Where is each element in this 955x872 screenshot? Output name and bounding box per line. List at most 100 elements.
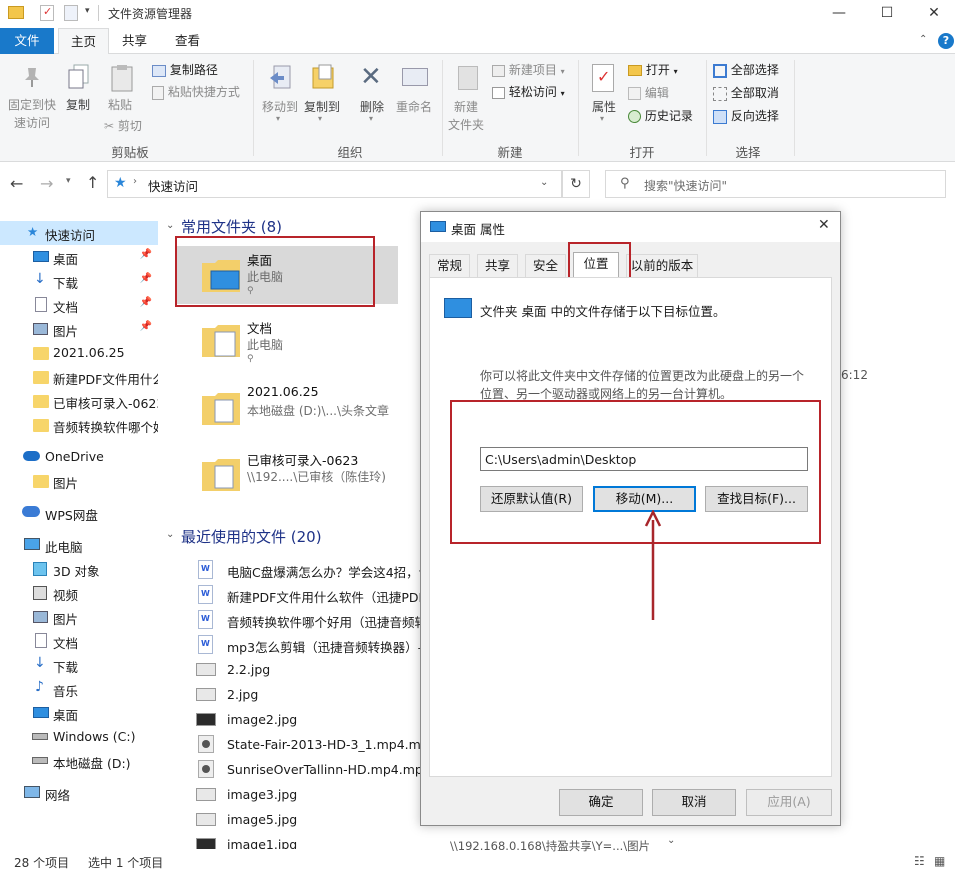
folder-tile-reviewed[interactable]: 已审核可录入-0623 \\192....\已审核（陈佳玲) (175, 448, 398, 506)
recent-file-row[interactable]: image5.jpg (195, 808, 423, 833)
nav-wps[interactable]: WPS网盘 (0, 501, 158, 525)
folder-tile-documents[interactable]: 文档 此电脑 ⚲ (175, 314, 398, 372)
pin-icon[interactable]: 📌 (140, 321, 152, 332)
copy-path-button[interactable]: 复制路径 (152, 61, 218, 78)
recent-file-row[interactable]: 2.2.jpg (195, 658, 423, 683)
edit-button[interactable]: 编辑 (628, 84, 669, 101)
recent-file-row[interactable]: SunriseOverTallinn-HD.mp4.mp3 (195, 758, 423, 783)
nav-folder-reviewed[interactable]: 已审核可录入-0623 (0, 389, 158, 413)
collapse-chevron-icon[interactable]: ⌄ (166, 220, 174, 231)
tab-share[interactable]: 共享 (110, 28, 159, 54)
cancel-button[interactable]: 取消 (652, 789, 736, 816)
pin-icon[interactable]: 📌 (140, 273, 152, 284)
recent-file-row[interactable]: 音频转换软件哪个好用（迅捷音频转 (195, 608, 423, 633)
new-folder-quick-icon[interactable] (64, 5, 78, 21)
up-arrow-icon[interactable]: ↑ (86, 173, 99, 192)
forward-arrow-icon[interactable]: → (40, 174, 53, 193)
select-none-button[interactable]: 全部取消 (713, 84, 779, 101)
nav-network[interactable]: 网络 (0, 781, 158, 805)
nav-folder-20210625[interactable]: 2021.06.25 (0, 341, 158, 365)
search-input[interactable]: ⚲ 搜索"快速访问" (605, 170, 946, 198)
paste-button[interactable]: 粘贴 (104, 62, 140, 122)
refresh-button[interactable]: ↻ (562, 170, 590, 198)
tab-sharing[interactable]: 共享 (477, 254, 518, 277)
nav-drive-c[interactable]: Windows (C:) (0, 725, 158, 749)
new-item-button[interactable]: 新建项目 ▾ (492, 61, 565, 78)
paste-shortcut-button[interactable]: 粘贴快捷方式 (152, 83, 240, 100)
tab-general[interactable]: 常规 (429, 254, 470, 277)
frequent-folders-header[interactable]: 常用文件夹 (8) (181, 216, 282, 237)
nav-pc-documents[interactable]: 文档 (0, 629, 158, 653)
collapse-chevron-icon[interactable]: ⌄ (166, 529, 174, 540)
recent-file-row[interactable]: image2.jpg (195, 708, 423, 733)
apply-button[interactable]: 应用(A) (746, 789, 832, 816)
tab-view[interactable]: 查看 (163, 28, 212, 54)
address-dropdown-icon[interactable]: ⌄ (540, 177, 548, 188)
collapse-ribbon-icon[interactable]: ⌃ (919, 34, 927, 45)
nav-music[interactable]: ♪ 音乐 (0, 677, 158, 701)
delete-button[interactable]: ✕ 删除 ▾ (356, 62, 390, 132)
file-name: 2.2.jpg (227, 662, 271, 677)
nav-desktop[interactable]: 桌面 📌 (0, 245, 158, 269)
address-bar[interactable]: ★ › 快速访问 ⌄ (107, 170, 562, 198)
invert-selection-button[interactable]: 反向选择 (713, 107, 779, 124)
back-arrow-icon[interactable]: ← (10, 174, 23, 193)
recent-file-row[interactable]: 新建PDF文件用什么软件（迅捷PDF... (195, 583, 423, 608)
nav-pc-pictures[interactable]: 图片 (0, 605, 158, 629)
details-view-icon[interactable]: ☷ (914, 854, 925, 868)
tab-home[interactable]: 主页 (58, 28, 110, 55)
close-button[interactable]: ✕ (911, 0, 955, 27)
nav-pc-downloads[interactable]: ↓ 下载 (0, 653, 158, 677)
copy-button[interactable]: 复制 (62, 62, 98, 122)
recent-file-row[interactable]: 2.jpg (195, 683, 423, 708)
nav-documents[interactable]: 文档 📌 (0, 293, 158, 317)
pin-quick-access-button[interactable]: 固定到快 速访问 (6, 62, 58, 134)
nav-this-pc[interactable]: 此电脑 (0, 533, 158, 557)
recent-file-row[interactable]: mp3怎么剪辑（迅捷音频转换器）— (195, 633, 423, 658)
nav-quick-access[interactable]: ★ 快速访问 (0, 221, 158, 245)
history-button[interactable]: 历史记录 (628, 107, 693, 124)
properties-button[interactable]: ✓ 属性 ▾ (586, 62, 622, 132)
maximize-button[interactable]: ☐ (864, 0, 910, 27)
select-all-button[interactable]: 全部选择 (713, 61, 779, 78)
pin-icon[interactable]: 📌 (140, 297, 152, 308)
recent-file-row[interactable]: 电脑C盘爆满怎么办？学会这4招，让 (195, 558, 423, 583)
tab-file[interactable]: 文件 (0, 28, 54, 54)
tab-previous-versions[interactable]: 以前的版本 (626, 254, 698, 277)
nav-onedrive[interactable]: OneDrive (0, 445, 158, 469)
properties-quick-icon[interactable]: ✓ (40, 5, 54, 21)
open-button[interactable]: 打开 ▾ (628, 61, 678, 78)
nav-pictures[interactable]: 图片 📌 (0, 317, 158, 341)
recent-file-row[interactable]: image3.jpg (195, 783, 423, 808)
nav-downloads[interactable]: ↓ 下载 📌 (0, 269, 158, 293)
nav-onedrive-pictures[interactable]: 图片 (0, 469, 158, 493)
breadcrumb[interactable]: 快速访问 (148, 176, 198, 195)
dialog-close-button[interactable]: ✕ (818, 217, 830, 233)
nav-drive-d[interactable]: 本地磁盘 (D:) (0, 749, 158, 773)
folder-tile-20210625[interactable]: 2021.06.25 本地磁盘 (D:)\...\头条文章 (175, 382, 398, 440)
nav-3d-objects[interactable]: 3D 对象 (0, 557, 158, 581)
nav-folder-audio[interactable]: 音频转换软件哪个好 (0, 413, 158, 437)
move-to-button[interactable]: 移动到 ▾ (260, 62, 300, 132)
ok-button[interactable]: 确定 (559, 789, 643, 816)
copy-to-button[interactable]: 复制到 ▾ (302, 62, 342, 132)
nav-videos[interactable]: 视频 (0, 581, 158, 605)
nav-folder-pdf[interactable]: 新建PDF文件用什么 (0, 365, 158, 389)
recent-files-header[interactable]: 最近使用的文件 (20) (181, 526, 322, 547)
help-icon[interactable]: ? (938, 33, 954, 49)
new-folder-button[interactable]: 新建 文件夹 (448, 62, 490, 134)
recent-locations-icon[interactable]: ▾ (66, 176, 71, 186)
nav-pc-desktop[interactable]: 桌面 (0, 701, 158, 725)
minimize-button[interactable]: — (816, 0, 862, 27)
tab-security[interactable]: 安全 (525, 254, 566, 277)
recent-file-row[interactable]: State-Fair-2013-HD-3_1.mp4.mp3 (195, 733, 423, 758)
recent-file-row[interactable]: image1.jpg (195, 833, 423, 849)
pin-icon[interactable]: 📌 (140, 249, 152, 260)
quick-access-dropdown-icon[interactable]: ▾ (85, 6, 90, 16)
easy-access-button[interactable]: 轻松访问 ▾ (492, 83, 565, 100)
rename-button[interactable]: 重命名 (394, 62, 436, 132)
scroll-down-icon[interactable]: ⌄ (667, 835, 675, 846)
file-name: 新建PDF文件用什么软件（迅捷PDF... (227, 590, 423, 605)
cut-button[interactable]: ✂ 剪切 (104, 117, 142, 134)
tiles-view-icon[interactable]: ▦ (934, 854, 945, 868)
